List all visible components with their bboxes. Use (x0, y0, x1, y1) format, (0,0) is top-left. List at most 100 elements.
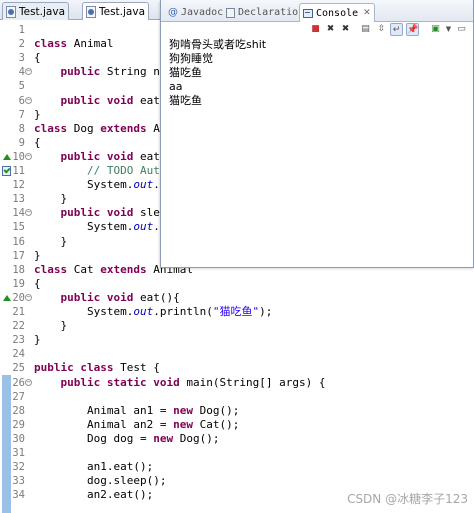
fold-toggle-icon[interactable]: − (25, 209, 32, 217)
line-number: 24 (12, 348, 25, 361)
tab-console[interactable]: Console ✕ (299, 3, 375, 22)
code-text: public void eat (60, 149, 160, 163)
display-console-icon[interactable]: ▣ (429, 23, 442, 36)
code-text: } (34, 192, 68, 206)
line-number: 15 (12, 221, 25, 234)
fold-toggle-icon[interactable]: − (25, 68, 32, 76)
line-number: 13 (12, 193, 25, 206)
chevron-down-icon[interactable]: ▼ (442, 23, 455, 36)
tab-label: Javadoc (181, 7, 224, 18)
code-text: System.out. (34, 178, 160, 192)
remove-launch-icon[interactable]: ✖ (324, 23, 337, 36)
line-number: 32 (12, 461, 25, 474)
remove-all-icon[interactable]: ✖ (339, 23, 352, 36)
line-number: 9 (18, 136, 25, 149)
code-text: class Animal (34, 37, 114, 51)
tab-declaration[interactable]: Declaration (223, 3, 307, 22)
code-line: 32 an1.eat(); (0, 460, 474, 474)
line-number: 31 (12, 447, 25, 459)
code-text: public static void main(String[] args) { (60, 375, 326, 389)
code-text: Dog dog = new Dog(); (34, 431, 220, 445)
scroll-lock-icon[interactable]: ⇳ (375, 23, 388, 36)
word-wrap-icon[interactable]: ↵ (390, 23, 403, 36)
console-toolbar: ■ ✖ ✖ ▤ ⇳ ↵ 📌 ▣ ▼ ▭ (161, 22, 473, 38)
fold-toggle-icon[interactable]: − (25, 96, 32, 104)
code-text: public class Test { (34, 361, 160, 375)
line-number: 34 (12, 489, 25, 502)
console-output[interactable]: 狗啃骨头或者吃shit 狗狗睡觉 猫吃鱼 aa 猫吃鱼 (169, 38, 469, 108)
fold-toggle-icon[interactable]: − (25, 378, 32, 386)
code-line: 21 System.out.println("猫吃鱼"); (0, 305, 474, 319)
line-number: 20 (12, 291, 25, 304)
code-line: 20− public void eat(){ (0, 291, 474, 305)
line-number: 26 (12, 376, 25, 389)
line-number: 5 (18, 80, 25, 93)
code-text: public String n (60, 65, 160, 79)
line-number: 25 (12, 362, 25, 375)
code-text: dog.sleep(); (34, 474, 167, 488)
console-line: 狗啃骨头或者吃shit (169, 38, 267, 51)
console-line: 猫吃鱼 (169, 66, 202, 79)
line-number: 22 (12, 320, 25, 333)
tab-javadoc[interactable]: @ Javadoc (165, 3, 226, 22)
code-text: an2.eat(); (34, 488, 154, 502)
open-console-icon[interactable]: ▭ (455, 23, 468, 36)
console-view: @ Javadoc Declaration Console ✕ ■ ✖ ✖ ▤ … (160, 0, 474, 268)
fold-toggle-icon[interactable]: − (25, 293, 32, 301)
tab-label: Console (316, 7, 359, 19)
code-line: 24 (0, 347, 474, 361)
code-text: } (34, 248, 41, 262)
code-line: 27 (0, 390, 474, 404)
code-text: // TODO Aut (86, 164, 160, 177)
code-line: 26− public static void main(String[] arg… (0, 376, 474, 390)
terminate-icon[interactable]: ■ (309, 23, 322, 36)
line-number: 7 (18, 108, 25, 121)
code-text: { (34, 276, 41, 290)
code-line: 19 { (0, 277, 474, 291)
editor-tab-label: Test.java (19, 5, 66, 18)
close-icon[interactable]: ✕ (363, 8, 371, 18)
editor-tab-label: Test.java (99, 5, 146, 18)
line-number: 12 (12, 179, 25, 192)
line-number: 29 (12, 418, 25, 431)
line-number: 11 (12, 165, 25, 177)
line-number: 21 (12, 306, 25, 318)
line-number: 23 (12, 334, 25, 347)
code-line: 31 (0, 446, 474, 460)
line-number: 4 (18, 66, 25, 79)
line-number: 27 (12, 390, 25, 403)
code-text: public void eat(){ (60, 290, 180, 304)
code-line: 33 dog.sleep(); (0, 474, 474, 488)
line-number: 14 (12, 207, 25, 220)
line-number: 28 (12, 404, 25, 417)
console-line: 猫吃鱼 (169, 94, 202, 107)
code-text: { (34, 51, 41, 65)
code-text: } (34, 107, 41, 121)
code-text: System.out.println("猫吃鱼"); (34, 305, 273, 318)
fold-toggle-icon[interactable]: − (25, 152, 32, 160)
code-text: public void sle (60, 206, 160, 220)
code-line: 22 } (0, 319, 474, 333)
code-text: { (34, 135, 41, 149)
line-number: 19 (12, 277, 25, 290)
java-file-icon (6, 5, 16, 18)
line-number: 3 (18, 52, 25, 65)
editor-tab-test-java-2[interactable]: Test.java (82, 2, 150, 20)
line-number: 6 (18, 94, 25, 107)
line-number: 1 (18, 24, 25, 36)
code-text: Animal an1 = new Dog(); (34, 403, 240, 417)
view-tab-bar: @ Javadoc Declaration Console ✕ (161, 0, 473, 22)
console-icon (303, 8, 313, 18)
code-line: 28 Animal an1 = new Dog(); (0, 404, 474, 418)
code-line: 30 Dog dog = new Dog(); (0, 432, 474, 446)
code-text: public void eat (60, 93, 160, 107)
line-number: 10 (12, 150, 25, 163)
code-text: Animal an2 = new Cat(); (34, 417, 240, 431)
line-number: 33 (12, 475, 25, 488)
editor-tab-test-java-1[interactable]: Test.java (2, 2, 70, 20)
code-text: class Dog extends A (34, 121, 160, 135)
code-text: an1.eat(); (34, 460, 154, 474)
pin-console-icon[interactable]: 📌 (406, 23, 419, 36)
clear-console-icon[interactable]: ▤ (359, 23, 372, 36)
code-line: 25 public class Test { (0, 361, 474, 375)
